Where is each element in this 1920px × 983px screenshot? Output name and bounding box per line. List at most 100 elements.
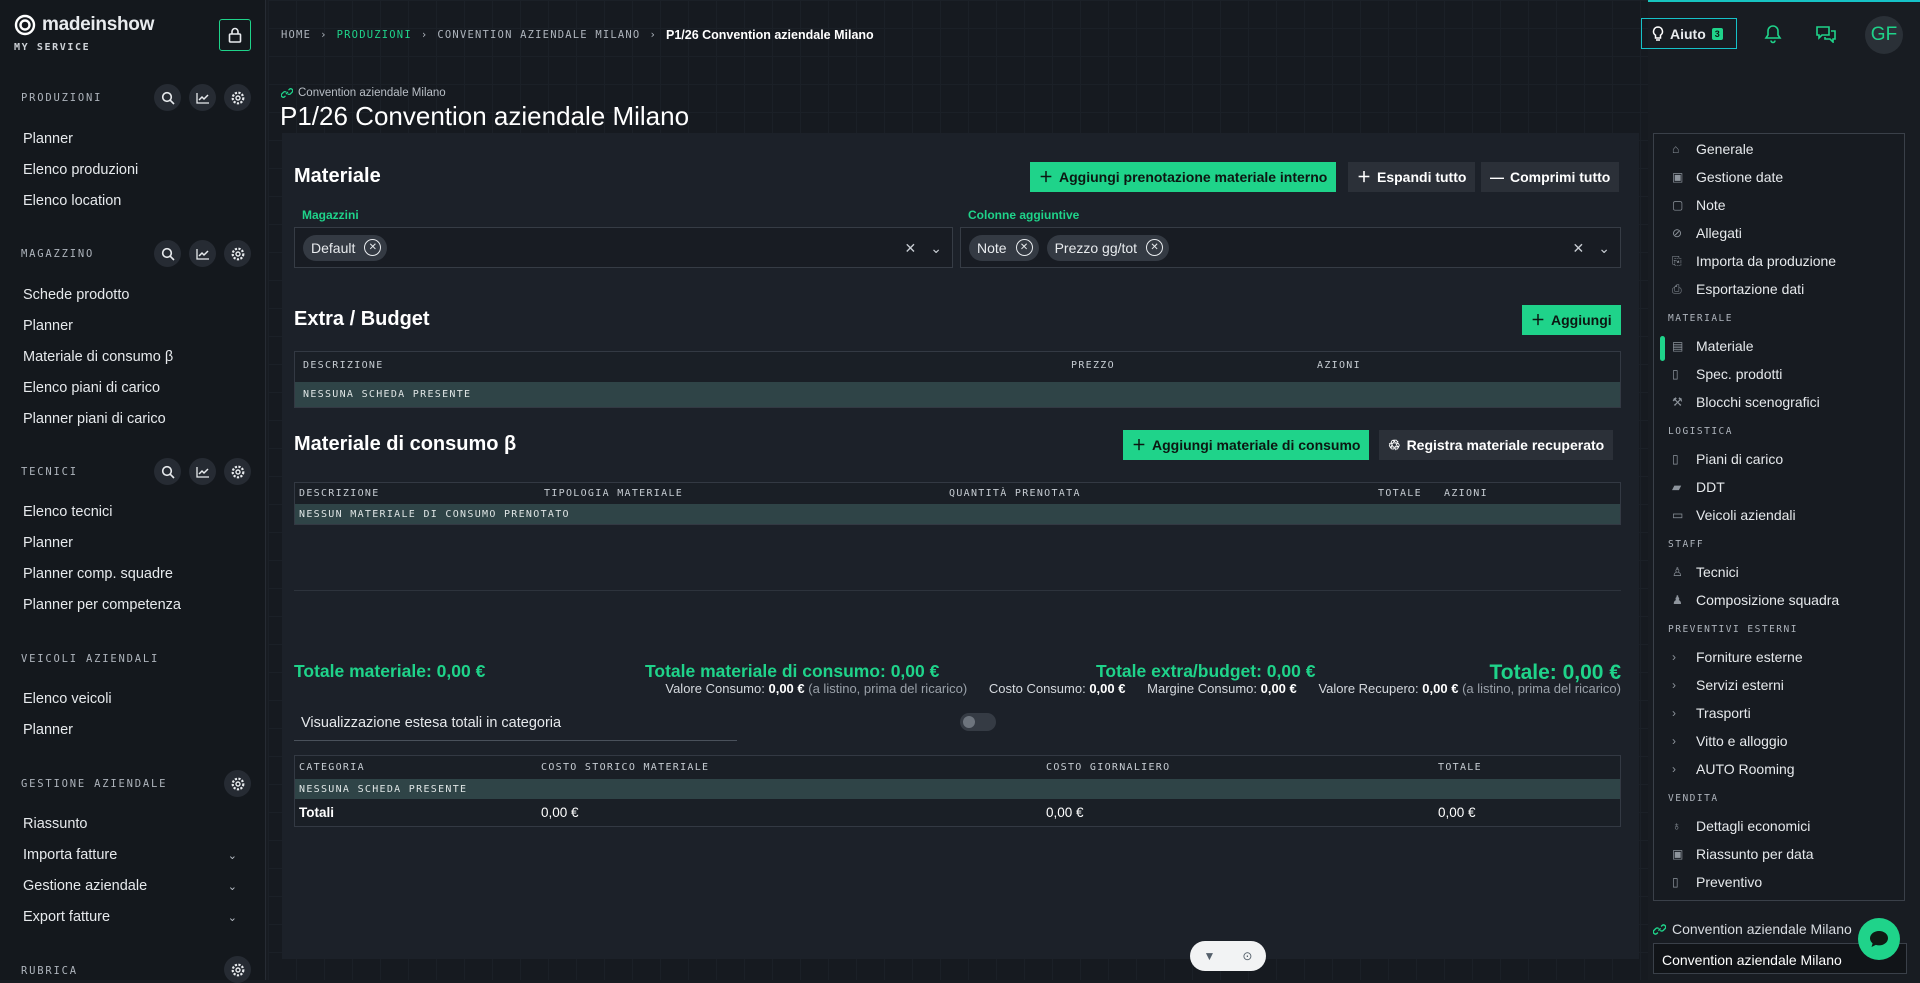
nav-generale[interactable]: Generale [1696,141,1754,157]
remove-chip-icon[interactable]: ✕ [1015,239,1033,256]
logo-v-icon[interactable]: ▼ [1204,949,1216,963]
nav-importa[interactable]: Importa da produzione [1696,253,1836,269]
search-icon[interactable] [154,240,181,267]
nav-materiale[interactable]: Materiale [1696,338,1754,354]
sidebar-item-planner-competenza[interactable]: Planner per competenza [23,597,181,613]
target-icon[interactable]: ⊙ [1242,949,1252,963]
gear-icon[interactable] [224,770,251,797]
add-consumo-button[interactable]: ＋ Aggiungi materiale di consumo [1123,430,1370,460]
collapse-all-button[interactable]: — Comprimi tutto [1481,162,1620,192]
gear-icon[interactable] [224,458,251,485]
colonne-select[interactable]: Note ✕ Prezzo gg/tot ✕ ✕ ⌄ [960,227,1621,268]
chart-trend-icon[interactable] [189,240,216,267]
sidebar-item-elenco-tecnici[interactable]: Elenco tecnici [23,504,112,520]
nav-forniture[interactable]: Forniture esterne [1696,649,1803,665]
sidebar-item-riassunto[interactable]: Riassunto [23,816,87,832]
nav-allegati[interactable]: Allegati [1696,225,1742,241]
sidebar-item-materiale-consumo[interactable]: Materiale di consumo β [23,349,173,365]
nav-piani-carico[interactable]: Piani di carico [1696,451,1783,467]
content-panel: Materiale ＋ Aggiungi prenotazione materia… [282,133,1639,959]
sidebar-item-elenco-veicoli[interactable]: Elenco veicoli [23,691,112,707]
nav-veicoli[interactable]: Veicoli aziendali [1696,507,1796,523]
remove-chip-icon[interactable]: ✕ [364,239,382,256]
chevron-down-icon[interactable]: ⌄ [1598,240,1610,257]
sidebar-item-planner-veicoli[interactable]: Planner [23,722,73,738]
clear-icon[interactable]: ✕ [1573,240,1585,257]
nav-esportazione[interactable]: Esportazione dati [1696,281,1804,297]
sidebar-item-planner-comp-squadre[interactable]: Planner comp. squadre [23,566,173,582]
link-icon [1653,923,1666,935]
import-icon: ⎘ [1672,254,1682,268]
add-extra-button[interactable]: ＋ Aggiungi [1522,305,1621,335]
nav-dettagli[interactable]: Dettagli economici [1696,818,1810,834]
chat-bubble-button[interactable] [1858,918,1900,960]
hammer-icon: ⚒ [1672,395,1683,409]
chevron-down-icon[interactable]: ⌄ [228,911,237,924]
nav-trasporti[interactable]: Trasporti [1696,705,1751,721]
gear-icon[interactable] [224,956,251,983]
nav-auto-rooming[interactable]: AUTO Rooming [1696,761,1795,777]
sidebar-item-schede-prodotto[interactable]: Schede prodotto [23,287,129,303]
gear-icon[interactable] [224,240,251,267]
sidebar-item-planner[interactable]: Planner [23,131,73,147]
register-recovered-button[interactable]: ♲ Registra materiale recuperato [1379,430,1614,460]
costo-label: Costo Consumo: [988,681,1086,696]
sidebar-item-elenco-piani-carico[interactable]: Elenco piani di carico [23,380,160,396]
breadcrumb-produzioni[interactable]: PRODUZIONI [337,29,412,41]
nav-note[interactable]: Note [1696,197,1726,213]
sidebar-item-planner-piani-carico[interactable]: Planner piani di carico [23,411,166,427]
remove-chip-icon[interactable]: ✕ [1146,239,1164,256]
th-categoria: CATEGORIA [299,762,365,773]
add-internal-material-button[interactable]: ＋ Aggiungi prenotazione materiale interno [1030,162,1337,192]
magazzini-label: Magazzini [302,208,359,222]
nav-tecnici[interactable]: Tecnici [1696,564,1739,580]
chevron-down-icon[interactable]: ⌄ [930,240,942,257]
breadcrumb-home[interactable]: HOME [281,29,311,41]
sidebar-item-gestione-aziendale[interactable]: Gestione aziendale [23,878,147,894]
production-link[interactable]: Convention aziendale Milano [1653,921,1852,937]
nav-servizi[interactable]: Servizi esterni [1696,677,1784,693]
chevron-down-icon[interactable]: ⌄ [228,849,237,862]
avatar[interactable]: GF [1865,16,1903,54]
sidebar-item-elenco-produzioni[interactable]: Elenco produzioni [23,162,138,178]
paperclip-icon: ⊘ [1672,226,1683,240]
page-pretitle[interactable]: Convention aziendale Milano [281,87,446,99]
breadcrumb-convention[interactable]: CONVENTION AZIENDALE MILANO [437,29,640,41]
brand-name: madeinshow [42,14,155,35]
nav-vitto[interactable]: Vitto e alloggio [1696,733,1788,749]
nav-riassunto-data[interactable]: Riassunto per data [1696,846,1814,862]
brand-logo[interactable]: madeinshow MY SERVICE [14,14,155,53]
gear-icon[interactable] [224,84,251,111]
lock-button[interactable] [219,19,251,51]
nav-preventivo[interactable]: Preventivo [1696,874,1762,890]
nav-composizione[interactable]: Composizione squadra [1696,592,1839,608]
money-bag-icon: ♁ [1672,819,1681,833]
chart-trend-icon[interactable] [189,458,216,485]
nav-gestione-date[interactable]: Gestione date [1696,169,1783,185]
magazzini-select[interactable]: Default ✕ ✕ ⌄ [294,227,953,268]
sidebar-item-elenco-location[interactable]: Elenco location [23,193,121,209]
clear-icon[interactable]: ✕ [905,240,917,257]
sidebar-item-export-fatture[interactable]: Export fatture [23,909,110,925]
chip-prezzo: Prezzo gg/tot ✕ [1046,234,1170,261]
expand-all-button[interactable]: ＋ Espandi tutto [1348,162,1476,192]
sidebar-item-importa-fatture[interactable]: Importa fatture [23,847,117,863]
search-icon[interactable] [154,84,181,111]
empty-row: NESSUNA SCHEDA PRESENTE [295,382,1620,407]
chat-icon[interactable] [1815,25,1837,48]
floating-tools: ▼ ⊙ [1190,941,1266,971]
nav-blocchi[interactable]: Blocchi scenografici [1696,394,1820,410]
search-icon[interactable] [154,458,181,485]
sidebar-item-planner-tecnici[interactable]: Planner [23,535,73,551]
nav-ddt[interactable]: DDT [1696,479,1725,495]
nav-section-logistica: LOGISTICA [1668,426,1733,437]
valore-value: 0,00 € [768,681,805,696]
help-button[interactable]: Aiuto 3 [1641,18,1737,49]
sidebar-item-planner-magazzino[interactable]: Planner [23,318,73,334]
bell-icon[interactable] [1764,24,1782,49]
nav-spec-prodotti[interactable]: Spec. prodotti [1696,366,1782,382]
chart-trend-icon[interactable] [189,84,216,111]
chevron-down-icon[interactable]: ⌄ [228,880,237,893]
extended-totals-toggle[interactable] [960,713,996,731]
th-prezzo: PREZZO [1071,360,1115,371]
